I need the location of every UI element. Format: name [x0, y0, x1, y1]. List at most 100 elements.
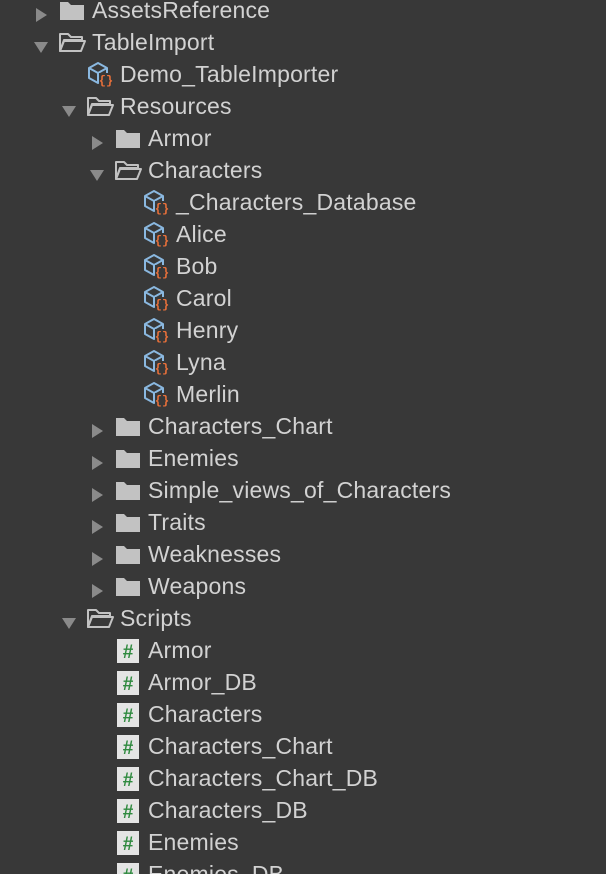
tree-item-label: Enemies	[148, 829, 239, 855]
tree-item-label: Traits	[148, 509, 206, 535]
tree-item-label: _Characters_Database	[176, 189, 417, 215]
tree-row[interactable]: {} Merlin	[0, 378, 606, 410]
prefab-data-icon: {}	[142, 349, 170, 376]
tree-row[interactable]: {} Lyna	[0, 346, 606, 378]
tree-item-label: Lyna	[176, 349, 226, 375]
script-icon: #	[116, 702, 140, 728]
expand-arrow-right-icon[interactable]	[88, 450, 106, 470]
prefab-data-icon: {}	[142, 285, 170, 312]
tree-item-label: Characters_DB	[148, 797, 308, 823]
tree-row[interactable]: # Enemies	[0, 826, 606, 858]
tree-row[interactable]: Weapons	[0, 570, 606, 602]
tree-row[interactable]: Simple_views_of_Characters	[0, 474, 606, 506]
script-icon: #	[116, 734, 140, 760]
tree-item-label: Bob	[176, 253, 218, 279]
tree-item-label: Enemies	[148, 445, 239, 471]
prefab-data-icon: {}	[142, 253, 170, 280]
tree-row[interactable]: # Characters_Chart	[0, 730, 606, 762]
tree-row[interactable]: Characters_Chart	[0, 410, 606, 442]
svg-text:{}: {}	[155, 202, 169, 215]
tree-item-label: Characters	[148, 157, 263, 183]
tree-row[interactable]: Scripts	[0, 602, 606, 634]
expand-arrow-down-icon[interactable]	[88, 162, 106, 181]
svg-text:{}: {}	[155, 234, 169, 247]
expand-arrow-right-icon[interactable]	[88, 130, 106, 150]
folder-open-icon	[58, 29, 86, 55]
tree-item-label: Characters_Chart	[148, 413, 333, 439]
svg-text:{}: {}	[155, 394, 169, 407]
tree-row[interactable]: # Characters	[0, 698, 606, 730]
tree-row[interactable]: Enemies	[0, 442, 606, 474]
tree-row[interactable]: AssetsReference	[0, 0, 606, 26]
tree-item-label: Resources	[120, 93, 232, 119]
svg-text:#: #	[123, 642, 134, 663]
tree-row[interactable]: {} Demo_TableImporter	[0, 58, 606, 90]
expand-arrow-down-icon[interactable]	[60, 98, 78, 117]
tree-row[interactable]: # Armor_DB	[0, 666, 606, 698]
tree-item-label: Weapons	[148, 573, 247, 599]
tree-item-label: TableImport	[92, 29, 215, 55]
expand-arrow-down-icon[interactable]	[60, 610, 78, 629]
script-icon: #	[116, 830, 140, 856]
expand-arrow-right-icon[interactable]	[88, 482, 106, 502]
tree-item-label: Scripts	[120, 605, 192, 631]
svg-text:{}: {}	[99, 74, 113, 87]
svg-text:#: #	[123, 866, 134, 874]
svg-text:{}: {}	[155, 330, 169, 343]
tree-row[interactable]: # Characters_DB	[0, 794, 606, 826]
folder-open-icon	[114, 157, 142, 183]
expand-arrow-right-icon[interactable]	[88, 514, 106, 534]
tree-item-label: Characters_Chart_DB	[148, 765, 379, 791]
folder-icon	[114, 509, 142, 535]
tree-row[interactable]: {} Bob	[0, 250, 606, 282]
prefab-data-icon: {}	[142, 189, 170, 216]
tree-row[interactable]: Traits	[0, 506, 606, 538]
tree-item-label: Merlin	[176, 381, 240, 407]
script-icon: #	[116, 638, 140, 664]
svg-text:{}: {}	[155, 298, 169, 311]
folder-open-icon	[86, 93, 114, 119]
tree-row[interactable]: # Characters_Chart_DB	[0, 762, 606, 794]
folder-icon	[114, 573, 142, 599]
tree-item-label: Simple_views_of_Characters	[148, 477, 452, 503]
tree-item-label: Armor	[148, 637, 212, 663]
tree-row[interactable]: {} Alice	[0, 218, 606, 250]
tree-row[interactable]: Armor	[0, 122, 606, 154]
expand-arrow-right-icon[interactable]	[88, 418, 106, 438]
tree-item-label: Enemies_DB	[148, 861, 285, 874]
tree-item-label: AssetsReference	[92, 0, 271, 23]
svg-text:#: #	[123, 738, 134, 759]
tree-item-label: Alice	[176, 221, 227, 247]
tree-item-label: Characters	[148, 701, 263, 727]
tree-row[interactable]: # Enemies_DB	[0, 858, 606, 874]
expand-arrow-right-icon[interactable]	[32, 2, 50, 22]
svg-text:{}: {}	[155, 362, 169, 375]
svg-text:{}: {}	[155, 266, 169, 279]
script-icon: #	[116, 862, 140, 874]
tree-row[interactable]: TableImport	[0, 26, 606, 58]
expand-arrow-right-icon[interactable]	[88, 578, 106, 598]
tree-row[interactable]: # Armor	[0, 634, 606, 666]
expand-arrow-right-icon[interactable]	[88, 546, 106, 566]
tree-row[interactable]: {} _Characters_Database	[0, 186, 606, 218]
tree-item-label: Henry	[176, 317, 239, 343]
tree-row[interactable]: {} Carol	[0, 282, 606, 314]
tree-item-label: Demo_TableImporter	[120, 61, 339, 87]
script-icon: #	[116, 766, 140, 792]
folder-icon	[114, 477, 142, 503]
tree-row[interactable]: Resources	[0, 90, 606, 122]
script-icon: #	[116, 798, 140, 824]
tree-row[interactable]: {} Henry	[0, 314, 606, 346]
tree-row[interactable]: Weaknesses	[0, 538, 606, 570]
script-icon: #	[116, 670, 140, 696]
folder-icon	[114, 445, 142, 471]
svg-text:#: #	[123, 834, 134, 855]
folder-open-icon	[86, 605, 114, 631]
prefab-data-icon: {}	[142, 381, 170, 408]
tree-row[interactable]: Characters	[0, 154, 606, 186]
project-tree: AssetsReference TableImport {} Demo_TableIm…	[0, 0, 606, 874]
prefab-data-icon: {}	[86, 61, 114, 88]
folder-icon	[114, 541, 142, 567]
expand-arrow-down-icon[interactable]	[32, 34, 50, 53]
svg-text:#: #	[123, 674, 134, 695]
